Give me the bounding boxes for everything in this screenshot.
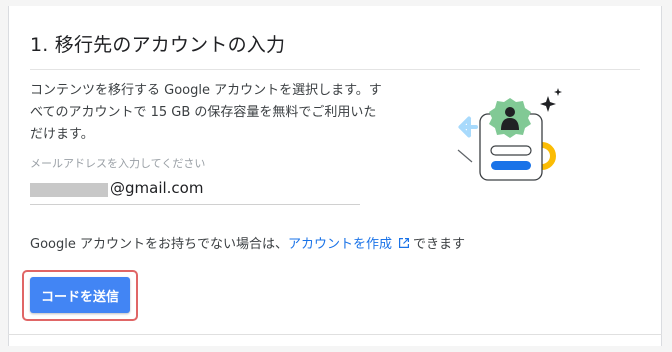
section-description: コンテンツを移行する Google アカウントを選択します。すべてのアカウントで… bbox=[30, 83, 382, 142]
send-code-button[interactable]: コードを送信 bbox=[30, 277, 130, 313]
create-account-link[interactable]: アカウントを作成 bbox=[288, 237, 392, 252]
no-account-prefix: Google アカウントをお持ちでない場合は、 bbox=[30, 237, 288, 252]
snowflake-shape bbox=[458, 116, 478, 138]
account-illustration bbox=[457, 88, 562, 181]
card-bottom-divider bbox=[8, 334, 662, 335]
section-title: 1. 移行先のアカウントの入力 bbox=[30, 34, 286, 56]
redacted-username bbox=[30, 183, 108, 197]
email-field[interactable]: @gmail.com bbox=[30, 176, 360, 205]
title-divider bbox=[30, 69, 640, 70]
open-in-new-icon bbox=[399, 238, 409, 248]
email-field-label: メールアドレスを入力してください bbox=[30, 157, 206, 170]
no-account-text: Google アカウントをお持ちでない場合は、アカウントを作成 できます bbox=[30, 233, 465, 252]
no-account-suffix: できます bbox=[413, 237, 466, 252]
email-domain-text: @gmail.com bbox=[110, 179, 204, 197]
